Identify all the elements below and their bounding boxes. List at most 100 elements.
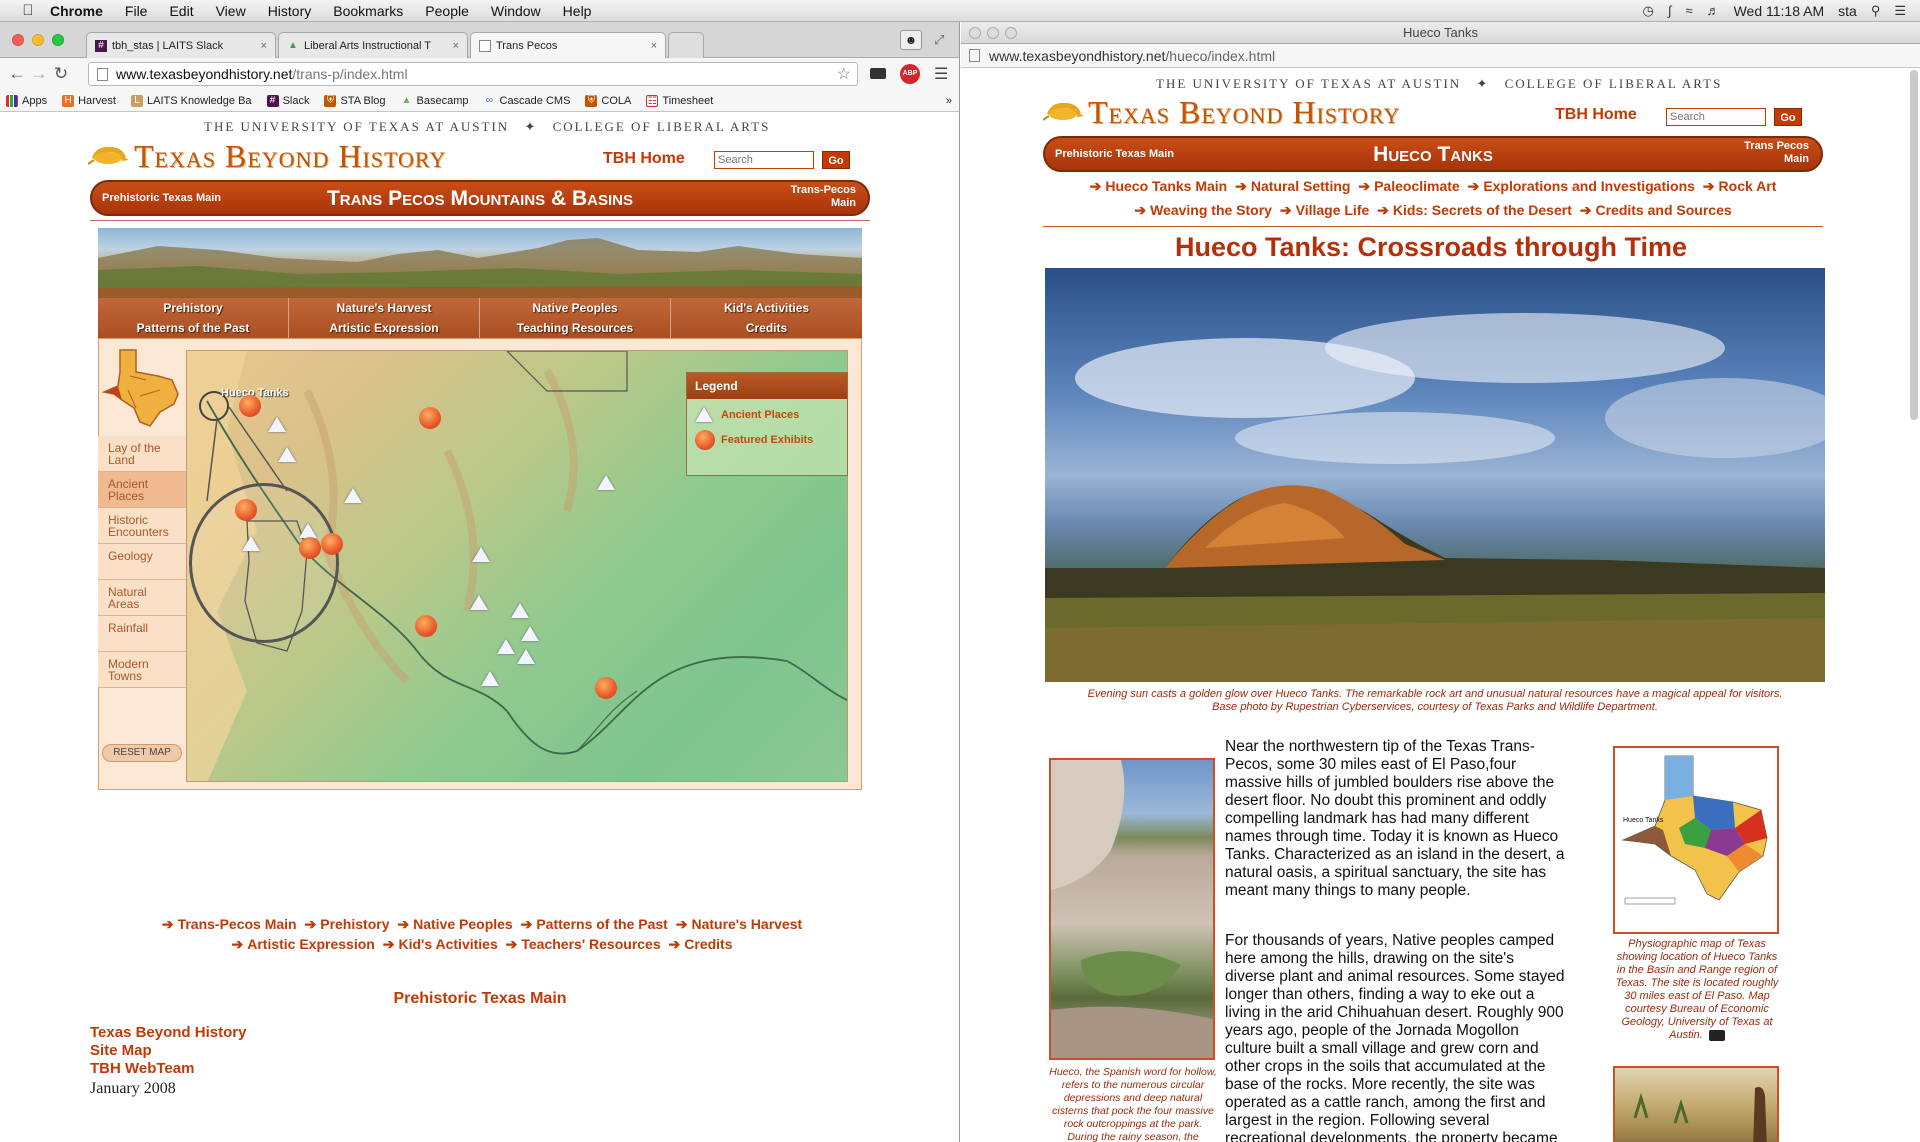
link-kids-secrets[interactable]: Kids: Secrets of the Desert (1393, 202, 1572, 218)
nav-natures-harvest[interactable]: Nature's Harvest (289, 298, 480, 318)
bookmark-basecamp[interactable]: ▲ Basecamp (401, 95, 469, 107)
bookmark-sta-blog[interactable]: ⛨ STA Blog (324, 94, 386, 107)
nav-kids-activities[interactable]: Kid's Activities (671, 298, 862, 318)
sidenav-historic-encounters[interactable]: Historic Encounters (98, 508, 186, 544)
featured-exhibit-marker[interactable] (595, 677, 617, 699)
link-explorations[interactable]: Explorations and Investigations (1483, 178, 1695, 194)
tab-close-icon[interactable]: × (255, 40, 267, 52)
search-input[interactable] (714, 151, 814, 169)
ancient-place-marker[interactable] (517, 649, 535, 664)
ancient-place-marker[interactable] (497, 639, 515, 654)
search-input[interactable] (1666, 108, 1766, 126)
link-rock-art[interactable]: Rock Art (1719, 178, 1777, 194)
address-bar[interactable]: www.texasbeyondhistory.net/trans-p/index… (88, 62, 858, 86)
link-prehistory[interactable]: Prehistory (320, 916, 389, 932)
armadillo-logo-icon[interactable] (88, 144, 130, 166)
texas-locator-icon[interactable] (100, 346, 184, 430)
menu-bookmarks[interactable]: Bookmarks (333, 3, 403, 19)
sidenav-rainfall[interactable]: Rainfall (98, 616, 186, 652)
menu-edit[interactable]: Edit (169, 3, 193, 19)
ancient-place-marker[interactable] (481, 671, 499, 686)
ancient-place-marker[interactable] (511, 603, 529, 618)
ancient-place-marker[interactable] (597, 475, 615, 490)
featured-exhibit-marker[interactable] (415, 615, 437, 637)
nav-teaching-resources[interactable]: Teaching Resources (480, 318, 671, 338)
link-credits[interactable]: Credits (684, 936, 732, 952)
bookmark-harvest[interactable]: H Harvest (62, 94, 116, 107)
adblock-icon[interactable]: ABP (900, 64, 920, 84)
link-patterns-of-the-past[interactable]: Patterns of the Past (536, 916, 667, 932)
link-native-peoples[interactable]: Native Peoples (413, 916, 513, 932)
bookmark-timesheet[interactable]: ☷ Timesheet (646, 94, 713, 107)
bookmark-star-icon[interactable]: ☆ (837, 64, 851, 84)
sidenav-lay-of-the-land[interactable]: Lay of the Land (98, 436, 186, 472)
ancient-place-marker[interactable] (521, 626, 539, 641)
sidenav-natural-areas[interactable]: Natural Areas (98, 580, 186, 616)
chrome-menu-icon[interactable]: ☰ (934, 64, 948, 84)
vertical-scrollbar[interactable] (1910, 70, 1918, 420)
reload-icon[interactable]: ↻ (50, 64, 72, 84)
search-go-button[interactable]: Go (1774, 108, 1802, 126)
forward-icon[interactable]: → (28, 64, 50, 84)
link-artistic-expression[interactable]: Artistic Expression (247, 936, 375, 952)
trans-pecos-main-link[interactable]: Trans-Pecos Main (791, 184, 856, 210)
tbh-home-link[interactable]: TBH Home (1555, 106, 1637, 124)
menu-help[interactable]: Help (563, 3, 592, 19)
menu-app-name[interactable]: Chrome (50, 3, 103, 19)
ancient-place-marker[interactable] (470, 595, 488, 610)
footer-webteam-link[interactable]: TBH WebTeam (90, 1060, 246, 1078)
menu-view[interactable]: View (216, 3, 246, 19)
sidenav-modern-towns[interactable]: Modern Towns (98, 652, 186, 688)
nav-credits[interactable]: Credits (671, 318, 862, 338)
armadillo-logo-icon[interactable] (1043, 100, 1085, 122)
bluetooth-icon[interactable]: ∫ (1668, 3, 1672, 18)
tbh-logo[interactable]: Texas Beyond History (1088, 94, 1400, 131)
profile-icon[interactable]: ☻ (900, 30, 922, 50)
menu-window[interactable]: Window (491, 3, 541, 19)
user-name[interactable]: sta (1838, 3, 1857, 19)
link-hueco-tanks-main[interactable]: Hueco Tanks Main (1105, 178, 1227, 194)
nav-artistic-expression[interactable]: Artistic Expression (289, 318, 480, 338)
bookmark-laits-knowledge[interactable]: L LAITS Knowledge Ba (130, 94, 252, 107)
close-window-icon[interactable] (969, 27, 981, 39)
footer-tbh-link[interactable]: Texas Beyond History (90, 1024, 246, 1042)
back-icon[interactable]: ← (6, 64, 28, 84)
apple-icon[interactable]:  (18, 2, 38, 19)
bookmark-cola[interactable]: ⛨ COLA (585, 94, 631, 107)
zoom-window-icon[interactable] (1005, 27, 1017, 39)
sidenav-ancient-places[interactable]: Ancient Places (98, 472, 186, 508)
legend-featured-exhibits[interactable]: Featured Exhibits (695, 430, 847, 450)
bookmark-cascade[interactable]: ∞ Cascade CMS (484, 95, 571, 107)
trans-pecos-main-link[interactable]: Trans Pecos Main (1744, 140, 1809, 166)
legend-ancient-places[interactable]: Ancient Places (695, 407, 847, 422)
menu-history[interactable]: History (268, 3, 312, 19)
ancient-place-marker[interactable] (242, 536, 260, 551)
address-bar[interactable]: www.texasbeyondhistory.net/hueco/index.h… (961, 44, 1920, 68)
nav-patterns-of-the-past[interactable]: Patterns of the Past (98, 318, 289, 338)
link-village-life[interactable]: Village Life (1296, 202, 1370, 218)
camera-icon[interactable] (1708, 1029, 1725, 1041)
tab-slack[interactable]: # tbh_stas | LAITS Slack × (86, 32, 276, 58)
fullscreen-icon[interactable]: ⤢ (934, 32, 944, 48)
link-trans-pecos-main[interactable]: Trans-Pecos Main (178, 916, 297, 932)
link-natural-setting[interactable]: Natural Setting (1251, 178, 1351, 194)
tab-liberal-arts[interactable]: ▲ Liberal Arts Instructional T × (278, 32, 468, 58)
search-go-button[interactable]: Go (822, 151, 850, 169)
featured-exhibit-marker[interactable] (239, 395, 261, 417)
nav-prehistory[interactable]: Prehistory (98, 298, 289, 318)
volume-icon[interactable]: ♬ (1707, 3, 1720, 18)
minimize-window-icon[interactable] (32, 34, 44, 46)
clock[interactable]: Wed 11:18 AM (1734, 3, 1825, 19)
link-teachers-resources[interactable]: Teachers' Resources (521, 936, 660, 952)
ancient-place-marker[interactable] (278, 447, 296, 462)
link-paleoclimate[interactable]: Paleoclimate (1374, 178, 1460, 194)
tab-close-icon[interactable]: × (447, 40, 459, 52)
ancient-place-marker[interactable] (268, 417, 286, 432)
ancient-place-marker[interactable] (344, 488, 362, 503)
tbh-home-link[interactable]: TBH Home (603, 150, 685, 168)
footer-site-map-link[interactable]: Site Map (90, 1042, 246, 1060)
bookmarks-overflow[interactable]: » (946, 95, 952, 107)
prehistoric-texas-main-link[interactable]: Prehistoric Texas Main (0, 990, 959, 1008)
tab-close-icon[interactable]: × (645, 40, 657, 52)
zoom-window-icon[interactable] (52, 34, 64, 46)
